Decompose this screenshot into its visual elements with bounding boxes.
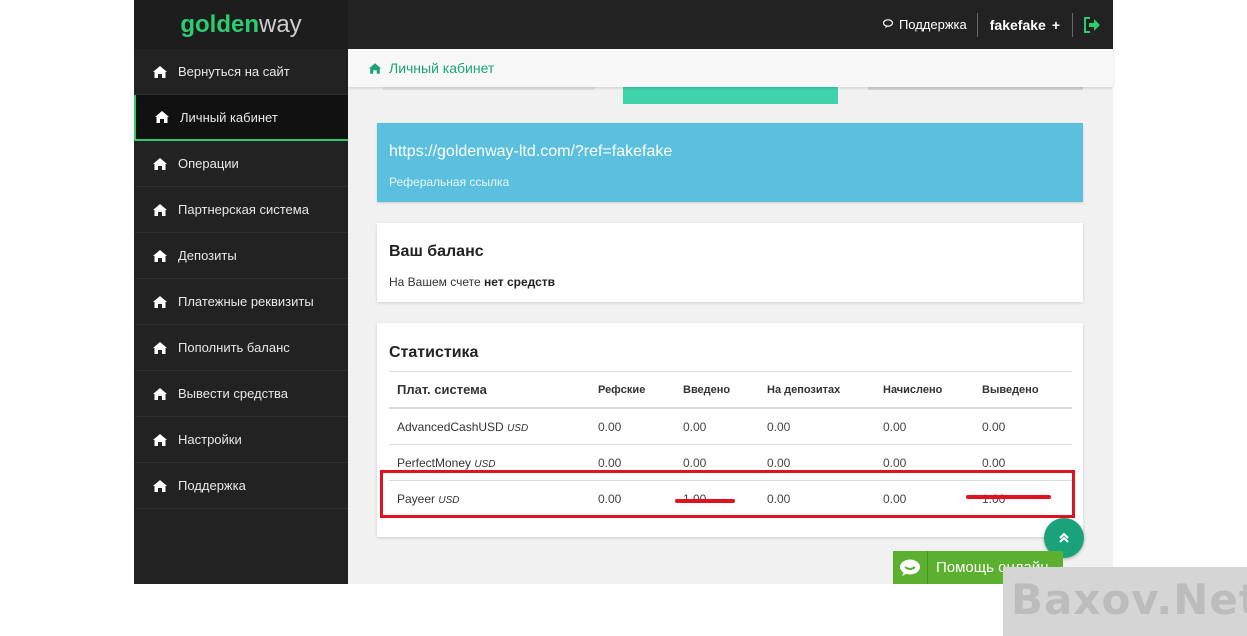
breadcrumb: Личный кабинет <box>348 49 1113 87</box>
header-actions: Поддержка fakefake + <box>882 0 1101 49</box>
support-link-label: Поддержка <box>898 17 967 32</box>
home-icon <box>152 479 168 493</box>
currency: USD <box>507 422 529 434</box>
breadcrumb-label[interactable]: Личный кабинет <box>389 60 494 76</box>
card-edge <box>623 87 838 104</box>
table-cell: 0.00 <box>974 408 1072 445</box>
table-cell: 0.00 <box>759 408 875 445</box>
sidebar-item-label: Депозиты <box>178 248 237 263</box>
home-icon <box>152 433 168 447</box>
column-header: Введено <box>675 371 759 409</box>
sidebar-item-label: Партнерская система <box>178 202 309 217</box>
sidebar-item-settings[interactable]: Настройки <box>134 417 348 463</box>
currency: USD <box>474 458 496 470</box>
card-edge <box>383 87 595 90</box>
logo-part1: golden <box>180 10 259 38</box>
chat-bubble-icon <box>893 551 928 584</box>
support-link[interactable]: Поддержка <box>882 12 978 37</box>
statistics-title: Статистика <box>389 344 479 361</box>
watermark: Baxov.Net <box>1003 567 1247 636</box>
home-icon <box>152 295 168 309</box>
home-icon <box>154 110 170 124</box>
sidebar-item-label: Настройки <box>178 432 242 447</box>
sidebar-item-label: Вывести средства <box>178 386 289 401</box>
balance-value: нет средств <box>484 275 556 289</box>
logout-icon[interactable] <box>1073 16 1101 33</box>
table-cell: 0.00 <box>875 408 974 445</box>
username: fakefake <box>989 16 1046 33</box>
sidebar-item-operations[interactable]: Операции <box>134 141 348 187</box>
referral-card: https://goldenway-ltd.com/?ref=fakefake … <box>377 123 1083 202</box>
table-header-row: Плат. система Рефские Введено На депозит… <box>389 371 1072 409</box>
sidebar-item-partners[interactable]: Партнерская система <box>134 187 348 233</box>
column-header: Выведено <box>974 371 1072 409</box>
highlight-box <box>380 470 1075 518</box>
column-header: Начислено <box>875 371 974 409</box>
double-chevron-up-icon <box>1059 532 1069 543</box>
home-icon <box>152 387 168 401</box>
referral-label: Реферальная ссылка <box>389 175 510 189</box>
logo-part2: way <box>258 10 302 38</box>
sidebar-item-label: Личный кабинет <box>180 109 278 125</box>
sidebar-item-support[interactable]: Поддержка <box>134 463 348 509</box>
sidebar-item-cabinet[interactable]: Личный кабинет <box>134 95 348 141</box>
underline-mark <box>966 495 1051 499</box>
balance-label: На Вашем счете <box>389 275 481 289</box>
sidebar-item-label: Вернуться на сайт <box>178 64 290 79</box>
home-icon <box>368 62 382 75</box>
sidebar-item-label: Платежные реквизиты <box>178 294 314 309</box>
card-edge <box>868 87 1083 90</box>
sidebar-item-payment-details[interactable]: Платежные реквизиты <box>134 279 348 325</box>
system-name: AdvancedCashUSD <box>397 419 504 434</box>
chat-icon <box>882 17 895 32</box>
sidebar-item-label: Поддержка <box>178 478 246 493</box>
column-header: Плат. система <box>389 371 590 409</box>
system-name: PerfectMoney <box>397 455 472 470</box>
watermark-text: Baxov.Net <box>1011 575 1247 624</box>
balance-title: Ваш баланс <box>389 243 484 260</box>
table-cell: 0.00 <box>675 408 759 445</box>
sidebar-item-label: Пополнить баланс <box>178 340 290 355</box>
column-header: На депозитах <box>759 371 875 409</box>
referral-link[interactable]: https://goldenway-ltd.com/?ref=fakefake <box>389 143 672 161</box>
user-menu[interactable]: fakefake + <box>978 12 1073 37</box>
balance-card: Ваш баланс На Вашем счете нет средств <box>377 223 1083 302</box>
sidebar-item-withdraw[interactable]: Вывести средства <box>134 371 348 417</box>
home-icon <box>152 341 168 355</box>
home-icon <box>152 203 168 217</box>
table-cell: 0.00 <box>590 408 675 445</box>
home-icon <box>152 65 168 79</box>
table-row: AdvancedCashUSD USD 0.00 0.00 0.00 0.00 … <box>389 408 1072 445</box>
balance-text: На Вашем счете нет средств <box>389 275 555 289</box>
underline-mark <box>675 499 735 503</box>
payment-system: AdvancedCashUSD USD <box>389 408 590 445</box>
sidebar-item-back-to-site[interactable]: Вернуться на сайт <box>134 49 348 95</box>
top-bar: golden way Поддержка fakefake + <box>134 0 1113 49</box>
sidebar: Вернуться на сайт Личный кабинет Операци… <box>134 49 348 584</box>
plus-icon: + <box>1051 16 1060 33</box>
sidebar-item-top-up[interactable]: Пополнить баланс <box>134 325 348 371</box>
sidebar-item-label: Операции <box>178 156 239 171</box>
home-icon <box>152 157 168 171</box>
home-icon <box>152 249 168 263</box>
logo[interactable]: golden way <box>134 0 348 49</box>
column-header: Рефские <box>590 371 675 409</box>
sidebar-item-deposits[interactable]: Депозиты <box>134 233 348 279</box>
